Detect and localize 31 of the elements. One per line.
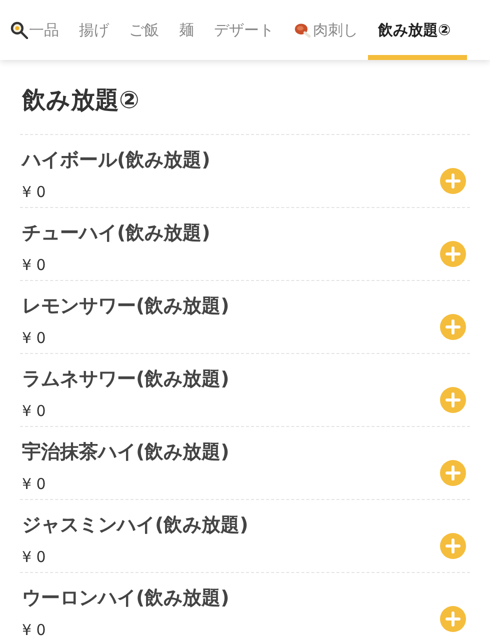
category-tab[interactable]: 飲み放題② [368,0,467,60]
item-price: ¥ 0 [22,402,47,420]
item-name: レモンサワー(飲み放題) [22,294,230,319]
item-name: 宇治抹茶ハイ(飲み放題) [22,440,230,465]
category-tab[interactable]: 麺 [169,0,204,60]
item-name: ウーロンハイ(飲み放題) [22,586,230,611]
section-title: 飲み放題② [22,85,140,116]
item-price: ¥ 0 [22,256,47,274]
item-name: ラムネサワー(飲み放題) [22,367,230,392]
add-icon[interactable] [440,387,466,413]
add-icon[interactable] [440,533,466,559]
item-price: ¥ 0 [22,475,47,493]
add-icon[interactable] [440,606,466,632]
category-tab[interactable]: 揚げ [69,0,119,60]
add-icon[interactable] [440,168,466,194]
meat-icon [294,21,312,39]
item-name: ジャスミンハイ(飲み放題) [22,513,250,538]
item-price: ¥ 0 [22,621,47,639]
item-name: チューハイ(飲み放題) [22,221,212,246]
category-tab[interactable]: 肉刺し [284,0,368,60]
item-price: ¥ 0 [22,183,47,201]
add-icon[interactable] [440,314,466,340]
category-tab[interactable]: デザート [204,0,284,60]
item-price: ¥ 0 [22,548,47,566]
add-icon[interactable] [440,460,466,486]
frying-pan-icon [10,21,28,39]
category-tab[interactable]: ご飯 [119,0,169,60]
add-icon[interactable] [440,241,466,267]
item-name: ハイボール(飲み放題) [22,148,212,173]
item-price: ¥ 0 [22,329,47,347]
category-tab[interactable]: 一品 [0,0,69,60]
